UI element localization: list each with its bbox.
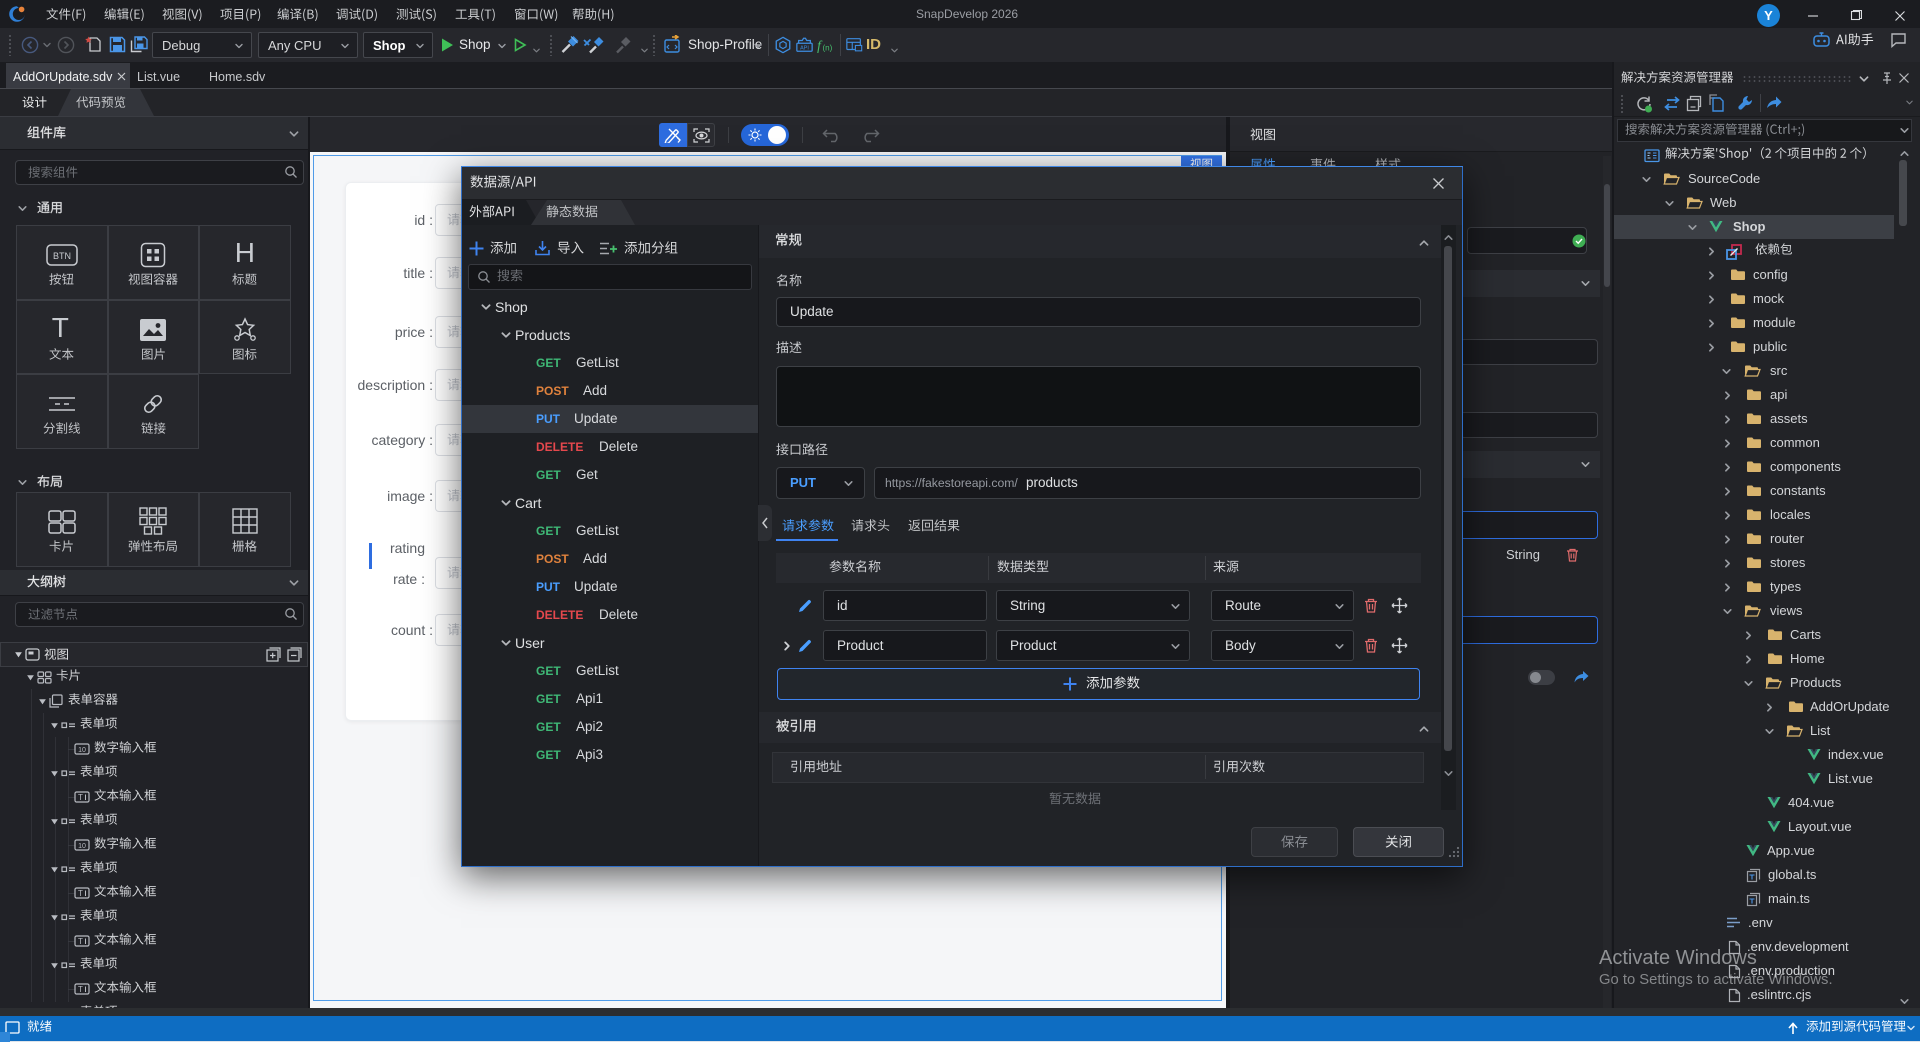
svg-text:(n): (n) [823,43,833,52]
svg-text:10: 10 [78,747,86,754]
svg-text:T: T [78,793,83,802]
svg-text:T: T [78,985,83,994]
svg-text:API: API [800,46,809,52]
svg-text:10: 10 [78,843,86,850]
svg-text:T: T [78,937,83,946]
svg-text:T: T [78,889,83,898]
svg-text:BTN: BTN [53,251,71,261]
